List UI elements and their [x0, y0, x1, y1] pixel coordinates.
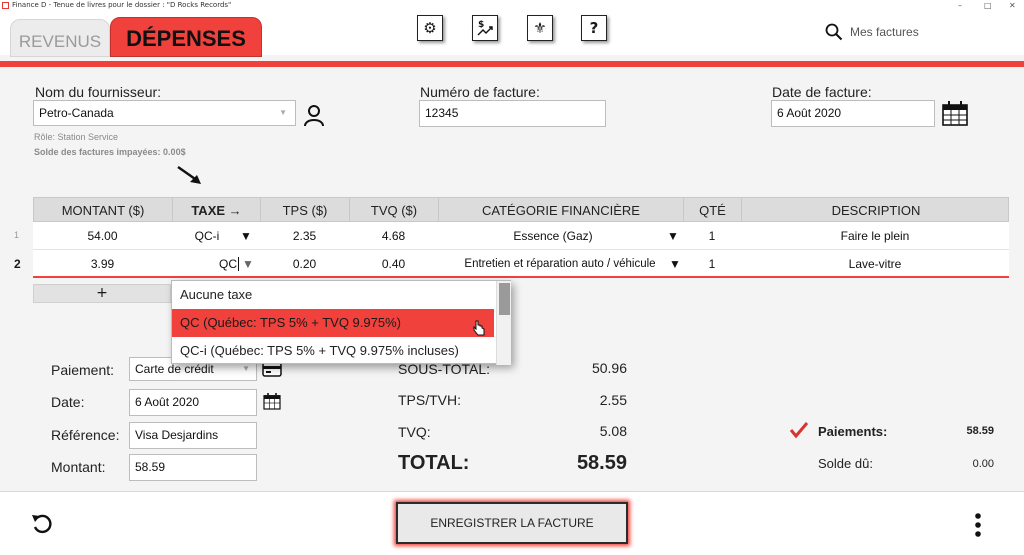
tax-dropdown-list[interactable]: Aucune taxe QC (Québec: TPS 5% + TVQ 9.9…	[171, 280, 511, 365]
arrow-down-right-icon	[177, 166, 201, 184]
tps-label: TPS/TVH:	[398, 392, 462, 408]
col-tps[interactable]: TPS ($)	[261, 198, 350, 223]
cell-description[interactable]: Faire le plein	[741, 222, 1009, 250]
window-titlebar: Finance D - Tenue de livres pour le doss…	[0, 0, 1024, 11]
cell-tvq[interactable]: 0.40	[349, 250, 438, 278]
cell-categorie[interactable]: Essence (Gaz)	[438, 222, 668, 250]
search-input[interactable]	[850, 21, 1020, 43]
table-header: MONTANT ($) TAXE → TPS ($) TVQ ($) CATÉG…	[33, 197, 1010, 223]
amount-field[interactable]: 58.59	[129, 454, 257, 481]
option-aucune-taxe[interactable]: Aucune taxe	[172, 281, 494, 309]
calendar-icon[interactable]	[262, 391, 282, 411]
help-button[interactable]: ?	[581, 15, 607, 41]
quebec-button[interactable]: ⚜	[527, 15, 553, 41]
invoice-number-field[interactable]: 12345	[419, 100, 606, 127]
payments-value: 58.59	[966, 425, 994, 437]
reference-label: Référence:	[51, 427, 120, 443]
app-header: REVENUS DÉPENSES ⚙ $ ⚜ ?	[0, 11, 1024, 67]
reference-field[interactable]: Visa Desjardins	[129, 422, 257, 449]
cell-tvq[interactable]: 4.68	[349, 222, 438, 250]
cell-description[interactable]: Lave-vitre	[741, 250, 1009, 278]
col-montant[interactable]: MONTANT ($)	[34, 198, 173, 223]
tab-depenses[interactable]: DÉPENSES	[110, 17, 262, 57]
calendar-icon[interactable]	[940, 99, 970, 127]
cell-tps[interactable]: 0.20	[260, 250, 349, 278]
col-description[interactable]: DESCRIPTION	[742, 198, 1010, 223]
minimize-button[interactable]: –	[958, 0, 962, 11]
tvq-label: TVQ:	[398, 424, 431, 440]
line-items-table: MONTANT ($) TAXE → TPS ($) TVQ ($) CATÉG…	[33, 197, 1009, 279]
balance-due-value: 0.00	[972, 458, 994, 470]
row-number: 2	[14, 257, 21, 271]
cell-qte[interactable]: 1	[683, 250, 741, 278]
checkmark-icon	[789, 422, 809, 439]
user-icon[interactable]	[302, 103, 326, 127]
chevron-down-icon[interactable]: ▼	[667, 250, 683, 278]
subtotal-value: 50.96	[591, 360, 627, 376]
supplier-role: Rôle: Station Service	[34, 132, 119, 142]
total-label: TOTAL:	[398, 452, 470, 474]
settings-button[interactable]: ⚙	[417, 15, 443, 41]
tab-revenus[interactable]: REVENUS	[10, 19, 110, 57]
payments-label: Paiements:	[818, 424, 888, 439]
scrollbar-thumb[interactable]	[499, 283, 510, 315]
hand-cursor-icon	[473, 320, 485, 336]
invoice-date-field[interactable]: 6 Août 2020	[771, 100, 935, 127]
balance-due-label: Solde dû:	[818, 456, 873, 471]
fleur-de-lis-icon: ⚜	[533, 19, 547, 37]
gear-icon: ⚙	[423, 19, 437, 37]
app-logo-icon	[2, 2, 9, 9]
option-qc-i[interactable]: QC-i (Québec: TPS 5% + TVQ 9.975% inclus…	[172, 337, 494, 365]
dropdown-scrollbar[interactable]	[496, 281, 511, 365]
cell-qte[interactable]: 1	[683, 222, 741, 250]
option-qc[interactable]: QC (Québec: TPS 5% + TVQ 9.975%)	[172, 309, 494, 337]
window-title: Finance D - Tenue de livres pour le doss…	[12, 1, 232, 9]
table-row[interactable]: 54.00 QC-i ▼ 2.35 4.68 Essence (Gaz) ▼ 1…	[33, 222, 1009, 250]
tps-value: 2.55	[599, 392, 627, 408]
table-row[interactable]: 3.99 QC ▼ 0.20 0.40 Entretien et réparat…	[33, 250, 1009, 278]
chevron-down-icon[interactable]: ▼	[665, 222, 681, 250]
supplier-label: Nom du fournisseur:	[35, 84, 162, 100]
chevron-down-icon: ▼	[279, 108, 287, 117]
cell-categorie[interactable]: Entretien et réparation auto / véhicule	[451, 250, 669, 278]
dollar-glyph: $	[478, 20, 484, 30]
payment-date-label: Date:	[51, 394, 85, 410]
add-row-button[interactable]: +	[33, 284, 171, 303]
payment-date-field[interactable]: 6 Août 2020	[129, 389, 257, 416]
cell-taxe[interactable]: QC-i	[172, 222, 242, 250]
cell-taxe-value: QC	[219, 257, 237, 271]
undo-icon[interactable]	[30, 512, 54, 536]
cell-taxe[interactable]: QC	[185, 250, 245, 278]
cell-montant[interactable]: 3.99	[33, 250, 172, 278]
cell-tps[interactable]: 2.35	[260, 222, 349, 250]
row-number: 1	[14, 230, 20, 240]
dollar-trend-icon: $	[477, 20, 493, 36]
col-taxe[interactable]: TAXE →	[173, 198, 261, 223]
invoice-date-label: Date de facture:	[772, 84, 872, 100]
search-icon[interactable]	[825, 23, 843, 41]
total-value: 58.59	[576, 452, 627, 474]
maximize-button[interactable]: □	[984, 0, 992, 11]
amount-label: Montant:	[51, 459, 106, 475]
unpaid-balance: Solde des factures impayées: 0.00$	[34, 147, 186, 157]
help-icon: ?	[589, 19, 599, 37]
col-categorie[interactable]: CATÉGORIE FINANCIÈRE	[439, 198, 684, 223]
payment-method-label: Paiement:	[51, 362, 115, 378]
header-accent-bar	[0, 61, 1024, 67]
chevron-down-icon[interactable]: ▼	[238, 222, 254, 250]
footer-bar: ENREGISTRER LA FACTURE	[0, 491, 1024, 555]
close-window-button[interactable]: ✕	[1009, 0, 1016, 11]
supplier-select[interactable]: Petro-Canada ▼	[33, 100, 296, 126]
finance-chart-button[interactable]: $	[472, 15, 498, 41]
col-tvq[interactable]: TVQ ($)	[350, 198, 439, 223]
cell-montant[interactable]: 54.00	[33, 222, 172, 250]
tvq-value: 5.08	[599, 423, 627, 439]
save-invoice-button[interactable]: ENREGISTRER LA FACTURE	[396, 502, 628, 544]
supplier-value: Petro-Canada	[39, 106, 114, 120]
chevron-down-icon[interactable]: ▼	[240, 250, 256, 278]
more-options-icon[interactable]	[972, 512, 984, 538]
col-qte[interactable]: QTÉ	[684, 198, 742, 223]
invoice-number-label: Numéro de facture:	[420, 84, 540, 100]
